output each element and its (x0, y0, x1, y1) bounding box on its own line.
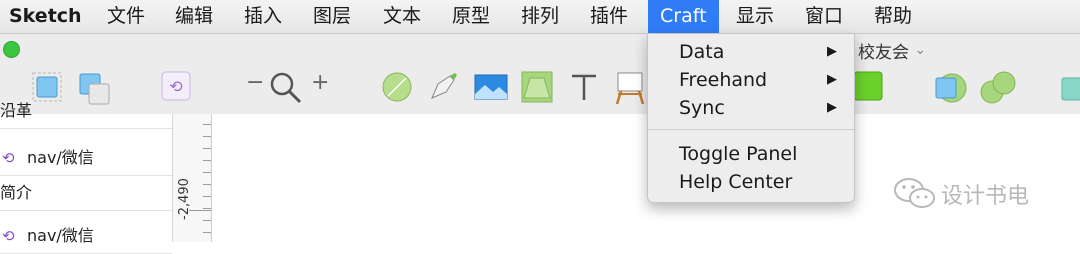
boolean-union-icon[interactable] (978, 70, 1018, 106)
wechat-icon (894, 178, 935, 208)
artboard-tool-icon[interactable] (613, 70, 647, 106)
fill-color-icon[interactable] (852, 70, 886, 104)
pen-tool-icon[interactable] (426, 70, 460, 104)
ruler-tick (203, 184, 211, 185)
layer-label: nav/微信 (27, 148, 94, 167)
menu-craft[interactable]: Craft (648, 0, 719, 33)
layer-label: 简介 (0, 183, 33, 202)
title-bar: 校友会 ⌄ (0, 34, 1080, 64)
editor-content: 沿革 ⟲ nav/微信 简介 ⟲ nav/微信 -2,490 设计书电 (0, 101, 1080, 254)
mask-icon[interactable] (930, 70, 968, 106)
symbol-icon: ⟲ (2, 227, 15, 245)
ruler-tick (203, 124, 211, 125)
ruler-tick (203, 232, 211, 233)
ruler-tick (203, 160, 211, 161)
menu-insert[interactable]: 插入 (244, 0, 282, 33)
menu-item-label: Sync (679, 97, 725, 119)
menu-view[interactable]: 显示 (736, 0, 774, 33)
menu-item-help-center[interactable]: Help Center (648, 168, 854, 196)
document-title[interactable]: 校友会 ⌄ (858, 38, 926, 63)
ruler-tick (203, 196, 211, 197)
menu-edit[interactable]: 编辑 (175, 0, 213, 33)
menu-item-label: Freehand (679, 69, 768, 91)
ruler-tick (203, 208, 211, 209)
ruler-tick (203, 148, 211, 149)
text-tool-icon[interactable] (568, 70, 600, 104)
menu-item-label: Data (679, 41, 725, 63)
menu-help[interactable]: 帮助 (874, 0, 912, 33)
vertical-ruler: -2,490 (173, 114, 212, 242)
symbol-icon: ⟲ (2, 149, 15, 167)
zoom-in-button[interactable]: + (311, 70, 329, 95)
layer-row[interactable]: 沿革 (0, 94, 172, 129)
menu-app-sketch[interactable]: Sketch (9, 0, 82, 33)
vector-shape-tool-icon[interactable] (520, 70, 554, 104)
menu-item-data[interactable]: Data ▶ (648, 38, 854, 66)
image-tool-icon[interactable] (473, 70, 509, 104)
menu-text[interactable]: 文本 (383, 0, 421, 33)
layer-list: 沿革 ⟲ nav/微信 简介 ⟲ nav/微信 (0, 101, 173, 254)
menu-item-label: Help Center (679, 171, 793, 193)
menu-arrange[interactable]: 排列 (521, 0, 559, 33)
ruler-tick (203, 172, 211, 173)
menu-prototype[interactable]: 原型 (452, 0, 490, 33)
ruler-tick (203, 220, 211, 221)
ruler-label: -2,490 (177, 178, 192, 220)
menu-separator (648, 129, 854, 130)
layer-label: nav/微信 (27, 226, 94, 245)
zoom-out-button[interactable]: − (246, 70, 264, 95)
menu-plugins[interactable]: 插件 (590, 0, 628, 33)
layer-row[interactable]: ⟲ nav/微信 (0, 141, 172, 176)
menu-item-toggle-panel[interactable]: Toggle Panel (648, 140, 854, 168)
menu-layer[interactable]: 图层 (313, 0, 351, 33)
document-title-text: 校友会 (858, 43, 909, 63)
submenu-arrow-icon: ▶ (827, 100, 837, 115)
menu-item-sync[interactable]: Sync ▶ (648, 94, 854, 122)
menu-item-label: Toggle Panel (679, 143, 798, 165)
layer-row[interactable]: ⟲ nav/微信 (0, 219, 172, 254)
craft-dropdown-menu: Data ▶ Freehand ▶ Sync ▶ Toggle Panel He… (647, 33, 855, 203)
window-close-button[interactable] (3, 41, 20, 58)
layer-row[interactable]: 简介 (0, 176, 172, 211)
menu-bar: Sketch 文件 编辑 插入 图层 文本 原型 排列 插件 Craft 显示 … (0, 0, 1080, 34)
forward-icon[interactable] (1058, 70, 1080, 106)
chevron-down-icon: ⌄ (914, 42, 927, 58)
menu-file[interactable]: 文件 (107, 0, 145, 33)
layer-label: 沿革 (0, 101, 33, 120)
menu-window[interactable]: 窗口 (805, 0, 843, 33)
watermark-text: 设计书电 (941, 184, 1030, 209)
oval-tool-icon[interactable] (380, 70, 414, 104)
menu-item-freehand[interactable]: Freehand ▶ (648, 66, 854, 94)
submenu-arrow-icon: ▶ (827, 72, 837, 87)
zoom-magnifier-icon (270, 72, 302, 104)
submenu-arrow-icon: ▶ (827, 44, 837, 59)
ruler-tick (203, 136, 211, 137)
